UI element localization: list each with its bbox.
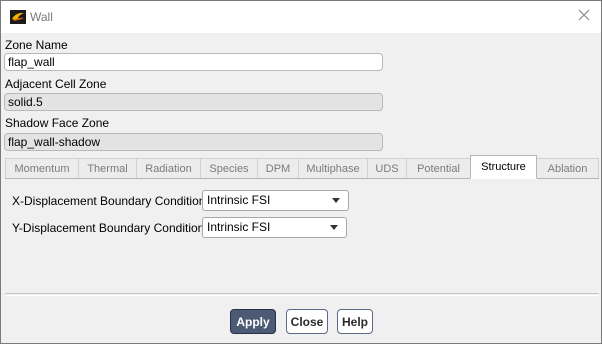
- structure-tab-panel: X-Displacement Boundary Condition Intrin…: [5, 178, 599, 283]
- window-title: Wall: [30, 10, 53, 24]
- tab-thermal[interactable]: Thermal: [78, 158, 137, 179]
- title-bar: Wall: [1, 1, 601, 33]
- y-displacement-label: Y-Displacement Boundary Condition: [12, 221, 205, 235]
- x-displacement-dropdown[interactable]: Intrinsic FSI: [202, 190, 349, 211]
- boundary-condition-tabs: Momentum Thermal Radiation Species DPM M…: [5, 155, 599, 179]
- close-button[interactable]: Close: [286, 309, 328, 334]
- wall-dialog: Wall Zone Name flap_wall Adjacent Cell Z…: [0, 0, 602, 344]
- tab-uds[interactable]: UDS: [367, 158, 407, 179]
- zone-name-label: Zone Name: [5, 38, 68, 52]
- tab-structure[interactable]: Structure: [470, 155, 537, 179]
- adjacent-cell-zone-field: solid.5: [4, 93, 383, 111]
- help-button[interactable]: Help: [337, 309, 373, 334]
- tab-potential[interactable]: Potential: [406, 158, 471, 179]
- zone-name-field[interactable]: flap_wall: [4, 53, 383, 71]
- apply-button[interactable]: Apply: [230, 309, 276, 334]
- x-displacement-value: Intrinsic FSI: [207, 193, 271, 207]
- tab-ablation[interactable]: Ablation: [536, 158, 599, 179]
- fluent-app-icon: [10, 10, 26, 24]
- y-displacement-dropdown[interactable]: Intrinsic FSI: [202, 217, 347, 238]
- tab-dpm[interactable]: DPM: [257, 158, 299, 179]
- chevron-down-icon: [332, 198, 340, 203]
- shadow-face-zone-field: flap_wall-shadow: [4, 133, 383, 151]
- close-icon[interactable]: [577, 8, 591, 22]
- footer-highlight: [5, 295, 599, 296]
- adjacent-cell-zone-label: Adjacent Cell Zone: [5, 77, 107, 91]
- footer-separator: [5, 293, 599, 294]
- tab-multiphase[interactable]: Multiphase: [298, 158, 368, 179]
- tab-momentum[interactable]: Momentum: [5, 158, 79, 179]
- tab-radiation[interactable]: Radiation: [136, 158, 201, 179]
- chevron-down-icon: [330, 225, 338, 230]
- x-displacement-label: X-Displacement Boundary Condition: [12, 194, 206, 208]
- tab-species[interactable]: Species: [200, 158, 258, 179]
- y-displacement-value: Intrinsic FSI: [207, 220, 271, 234]
- shadow-face-zone-label: Shadow Face Zone: [5, 116, 110, 130]
